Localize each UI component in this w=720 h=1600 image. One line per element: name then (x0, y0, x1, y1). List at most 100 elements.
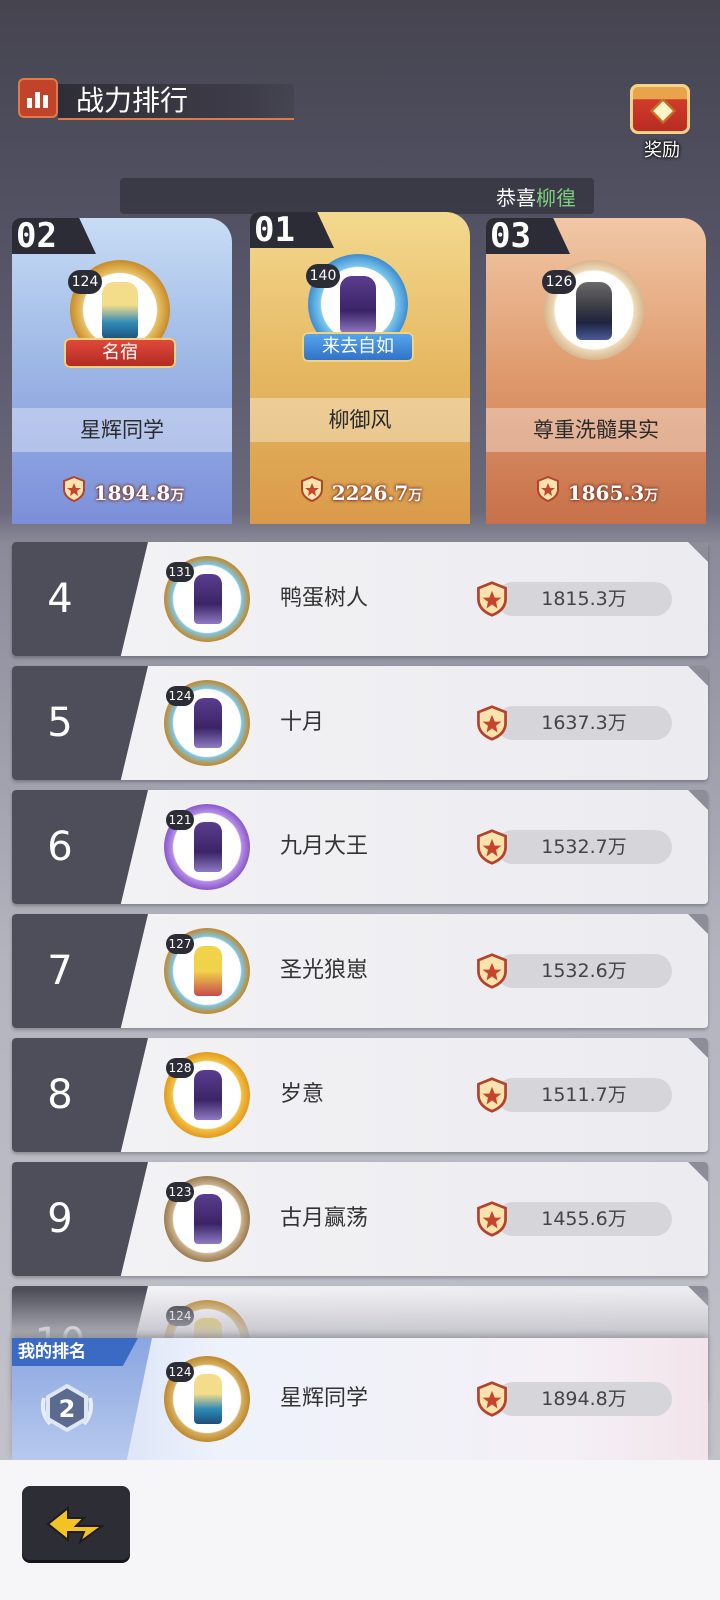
power-value: 1532.7万 (541, 836, 627, 858)
power-unit: 万 (170, 488, 185, 504)
rank-number-block: 8 (12, 1038, 148, 1152)
shield-power-icon (534, 475, 562, 515)
list-item[interactable]: 8 128 岁意 1511.7万 (12, 1038, 708, 1152)
level-badge: 127 (166, 934, 194, 954)
title-badge: 来去自如 (302, 332, 414, 362)
avatar[interactable]: 140 来去自如 (302, 254, 414, 362)
power-value: 1511.7万 (541, 1084, 627, 1106)
power-value: 2226.7万 (250, 474, 470, 512)
level-badge: 128 (166, 1058, 194, 1078)
list-item[interactable]: 6 121 九月大王 1532.7万 (12, 790, 708, 904)
corner-decoration (688, 1162, 708, 1182)
power-display: 1894.8万 (472, 1380, 698, 1418)
podium-card-rank-3[interactable]: 03 126 尊重洗髓果实 1865.3万 (486, 218, 706, 524)
corner-decoration (688, 666, 708, 686)
shield-power-icon (60, 475, 88, 515)
rank-number-block: 9 (12, 1162, 148, 1276)
congrats-player-name: 柳徨 (536, 186, 576, 210)
corner-decoration (688, 914, 708, 934)
reward-label: 奖励 (644, 140, 680, 161)
congrats-prefix: 恭喜 (496, 186, 536, 210)
player-name: 古月赢荡 (280, 1206, 369, 1231)
player-name: 星辉同学 (280, 1386, 369, 1411)
rank-number: 9 (47, 1196, 73, 1242)
rank-number: 5 (47, 700, 73, 746)
rank-tag: 02 (12, 218, 96, 254)
avatar[interactable]: 126 (542, 260, 644, 360)
treasure-chest-icon (630, 84, 690, 134)
list-item[interactable]: 4 131 鸭蛋树人 1815.3万 (12, 542, 708, 656)
power-value: 1894.8万 (12, 474, 232, 512)
character-sprite (194, 822, 222, 872)
back-button[interactable] (22, 1486, 130, 1560)
avatar[interactable]: 127 (164, 928, 250, 1014)
my-rank-label: 我的排名 (12, 1338, 138, 1366)
chest-gem (650, 98, 676, 124)
level-badge: 121 (166, 810, 194, 830)
power-value: 1865.3万 (486, 474, 706, 512)
rank-number: 6 (47, 824, 73, 870)
page-header: 战力排行 (18, 78, 294, 120)
power-display: 1815.3万 (472, 580, 698, 618)
power-number: 1894.8 (93, 481, 171, 505)
power-value: 1815.3万 (541, 588, 627, 610)
rank-number-block: 7 (12, 914, 148, 1028)
level-badge: 140 (306, 264, 340, 288)
list-item[interactable]: 7 127 圣光狼崽 1532.6万 (12, 914, 708, 1028)
player-name: 九月大王 (280, 834, 369, 859)
level-badge: 123 (166, 1182, 194, 1202)
character-sprite (194, 698, 222, 748)
player-name: 尊重洗髓果实 (486, 408, 706, 452)
avatar[interactable]: 131 (164, 556, 250, 642)
avatar[interactable]: 124 (164, 1356, 250, 1442)
level-badge: 124 (166, 1362, 194, 1382)
podium-card-rank-1[interactable]: 01 140 来去自如 柳御风 2226.7万 (250, 212, 470, 524)
rank-number-block: 6 (12, 790, 148, 904)
player-name: 十月 (280, 710, 325, 735)
character-sprite (194, 574, 222, 624)
power-value: 1894.8万 (541, 1388, 627, 1410)
player-name: 柳御风 (250, 398, 470, 442)
podium-card-rank-2[interactable]: 02 124 名宿 星辉同学 1894.8万 (12, 218, 232, 524)
rank-badge-icon: 2 (36, 1378, 98, 1440)
rank-number-block: 4 (12, 542, 148, 656)
avatar[interactable]: 123 (164, 1176, 250, 1262)
player-name: 圣光狼崽 (280, 958, 369, 983)
reward-button[interactable]: 奖励 (624, 78, 704, 162)
level-badge: 131 (166, 562, 194, 582)
power-value: 1455.6万 (541, 1208, 627, 1230)
power-display: 1637.3万 (472, 704, 698, 742)
power-display: 1532.6万 (472, 952, 698, 990)
character-sprite (102, 282, 138, 340)
back-arrow-icon (46, 1505, 106, 1545)
power-display: 1511.7万 (472, 1076, 698, 1114)
power-number: 2226.7 (331, 481, 409, 505)
level-badge: 124 (68, 270, 102, 294)
rank-tag: 01 (250, 212, 334, 248)
level-badge: 126 (542, 270, 576, 294)
my-rank-panel[interactable]: 我的排名 2 124 星辉同学 1894.8万 (12, 1338, 708, 1460)
rank-number: 4 (47, 576, 73, 622)
character-sprite (194, 1194, 222, 1244)
character-sprite (194, 946, 222, 996)
avatar[interactable]: 124 名宿 (64, 260, 176, 368)
avatar[interactable]: 121 (164, 804, 250, 890)
power-value: 1637.3万 (541, 712, 627, 734)
avatar[interactable]: 124 (164, 680, 250, 766)
character-sprite (194, 1070, 222, 1120)
player-name: 岁意 (280, 1082, 325, 1107)
rank-badge-number: 2 (59, 1395, 76, 1423)
rank-chart-icon (18, 78, 58, 118)
avatar[interactable]: 128 (164, 1052, 250, 1138)
power-display: 1455.6万 (472, 1200, 698, 1238)
rank-tag: 03 (486, 218, 570, 254)
list-item[interactable]: 5 124 十月 1637.3万 (12, 666, 708, 780)
page-title: 战力排行 (76, 84, 189, 117)
shield-power-icon (298, 475, 326, 515)
player-name: 鸭蛋树人 (280, 586, 369, 611)
list-item[interactable]: 9 123 古月赢荡 1455.6万 (12, 1162, 708, 1276)
corner-decoration (688, 1038, 708, 1058)
character-sprite (340, 276, 376, 334)
scroll-fade (12, 1290, 708, 1338)
title-badge: 名宿 (64, 338, 176, 368)
